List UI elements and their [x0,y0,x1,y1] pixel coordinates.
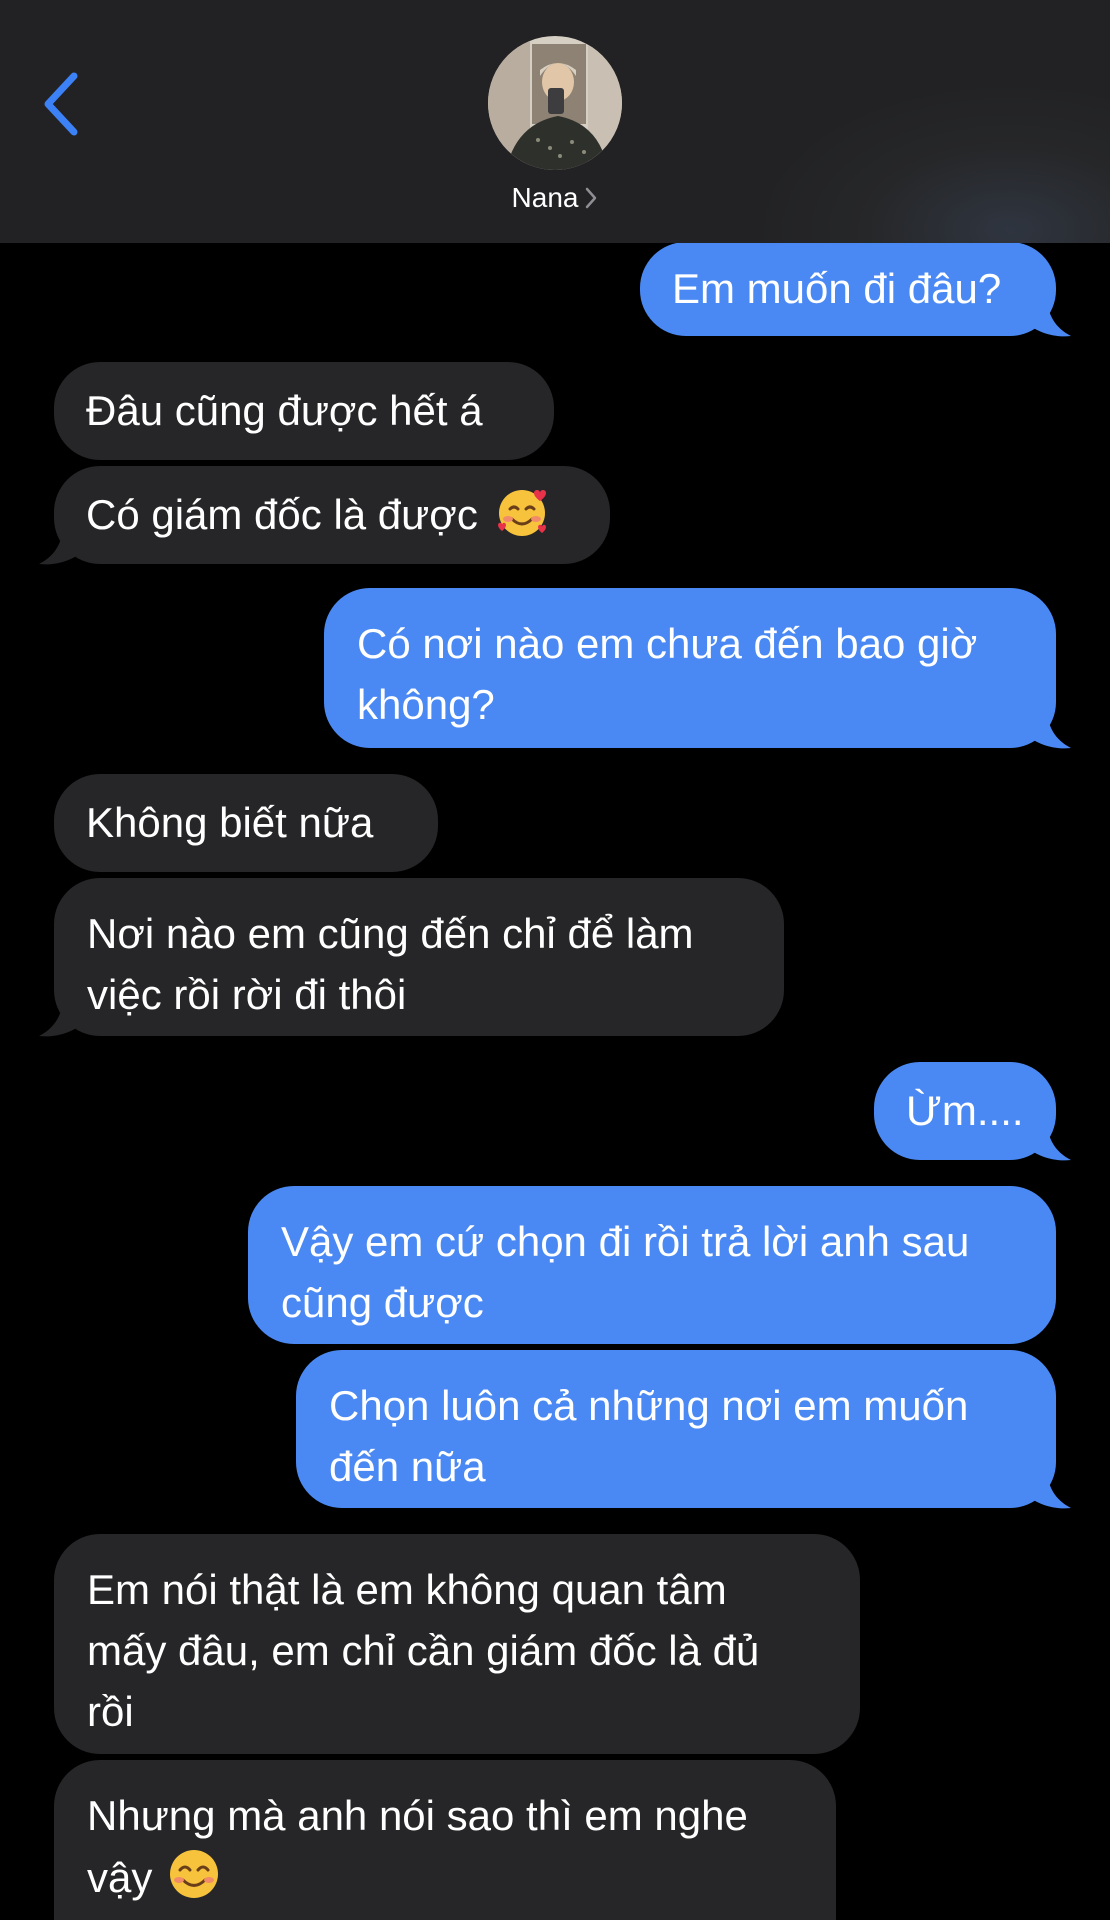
message-text: vậy [87,1854,153,1901]
message-line: rồi [87,1688,134,1735]
message-text: Ừm.... [906,1087,1024,1134]
chevron-left-icon [44,72,78,136]
message-line: đến nữa [329,1443,486,1490]
smiling-face-with-hearts-icon [497,490,546,536]
message-text: Đâu cũng được hết á [86,387,483,434]
bubble-tail [1025,296,1071,337]
message-line: Em nói thật là em không quan tâm [87,1566,727,1613]
back-button[interactable] [36,66,92,142]
message-bubble-outgoing[interactable]: Chọn luôn cả những nơi em muốn đến nữa [296,1350,1071,1509]
message-bubble-incoming[interactable]: Nhưng mà anh nói sao thì em nghe vậy smi… [54,1760,836,1920]
bubble-tail [1025,1120,1071,1161]
bubble-tail [39,996,85,1037]
message-line: Nơi nào em cũng đến chỉ để làm [87,910,694,957]
message-line: vậy [87,1846,803,1908]
avatar-photo [488,36,622,170]
smiling-face-with-smiling-eyes-icon [170,1850,219,1898]
message-bubble-incoming[interactable]: Có giám đốc là được smiling-face-with-he… [39,466,610,565]
message-bubble-outgoing[interactable]: Em muốn đi đâu? [640,242,1071,337]
contact-name-button[interactable]: Nana [0,182,1110,214]
message-line: Nhưng mà anh nói sao thì em nghe [87,1792,748,1839]
contact-avatar[interactable] [488,36,622,170]
bubble-tail [1025,708,1071,749]
message-line: Vậy em cứ chọn đi rồi trả lời anh sau [281,1218,970,1265]
message-bubble-outgoing[interactable]: Vậy em cứ chọn đi rồi trả lời anh sau cũ… [248,1186,1056,1344]
message-line: cũng được [281,1279,484,1326]
message-bubble-outgoing[interactable]: Ừm.... [874,1062,1071,1161]
message-bubble-outgoing[interactable]: Có nơi nào em chưa đến bao giờ không? [324,588,1071,749]
message-text: Có giám đốc là được [86,491,478,538]
contact-name: Nana [511,182,579,213]
message-line: mấy đâu, em chỉ cần giám đốc là đủ [87,1627,760,1674]
message-line: Có nơi nào em chưa đến bao giờ [357,620,978,667]
message-text: Em muốn đi đâu? [672,265,1002,312]
message-bubble-incoming[interactable]: Đâu cũng được hết á [54,362,554,460]
message-bubble-incoming[interactable]: Không biết nữa [54,774,438,872]
chevron-right-icon [586,187,597,208]
message-bubble-incoming[interactable]: Nơi nào em cũng đến chỉ để làm việc rồi … [39,878,784,1037]
bubble-tail [1025,1468,1071,1509]
message-line: việc rồi rời đi thôi [87,971,407,1018]
conversation-header: Nana [0,0,1110,243]
message-bubble-incoming[interactable]: Em nói thật là em không quan tâm mấy đâu… [54,1534,860,1754]
message-line: Chọn luôn cả những nơi em muốn [329,1382,969,1429]
message-text: Không biết nữa [86,799,374,846]
message-line: không? [357,681,495,728]
bubble-tail [39,524,85,565]
